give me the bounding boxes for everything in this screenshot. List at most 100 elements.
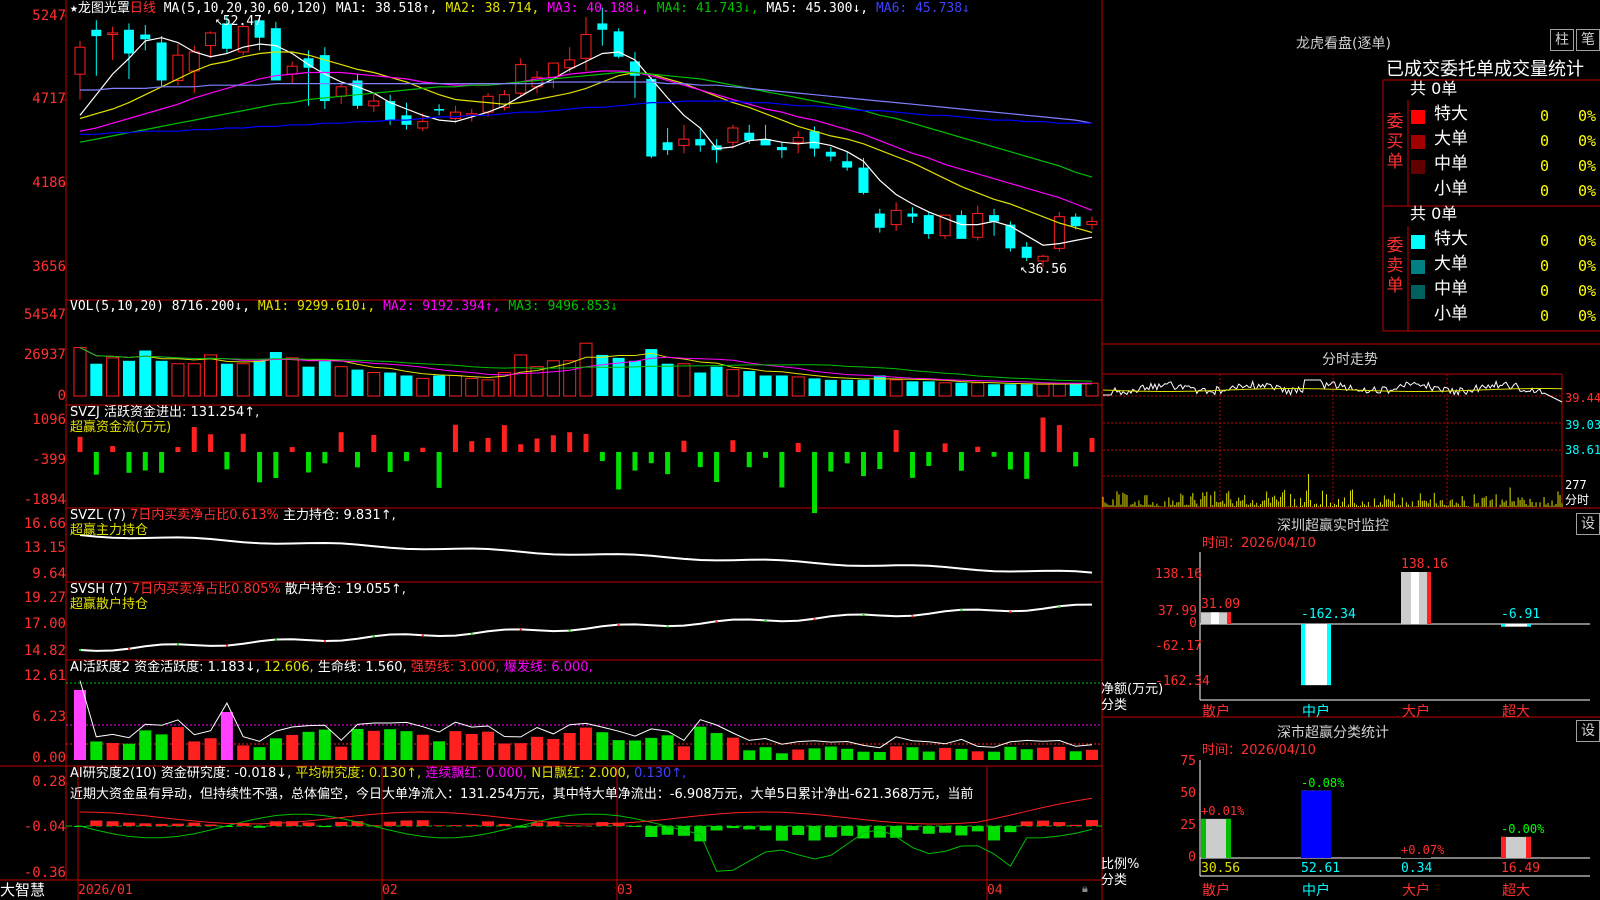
fundflow-bar-up (975, 446, 981, 452)
volume-bar-up (791, 376, 805, 397)
candle-down (809, 131, 820, 149)
classify-settings-button[interactable]: 设 (1576, 720, 1600, 742)
volume-bar-up (579, 342, 593, 397)
monitor-bar (1301, 624, 1331, 686)
volume-bar-up (889, 379, 903, 397)
fundflow-bar-up (1056, 425, 1062, 452)
classify-unit: 比例% (1101, 857, 1140, 872)
ai1-a: 资金活跃度: 1.183↓, (134, 660, 260, 675)
research-bar-up (171, 823, 184, 826)
fundflow-bar-up (518, 444, 524, 452)
activity-bar (759, 747, 772, 760)
candle-up (482, 95, 494, 113)
row-count: 0 (1540, 132, 1550, 150)
research-bar-up (1053, 822, 1066, 826)
tick-mode-button[interactable]: 笔 (1576, 29, 1600, 51)
activity-bar (286, 734, 299, 760)
classify-value-label: 30.56 (1201, 861, 1241, 876)
fundflow-bar-up (175, 447, 181, 452)
activity-bar (335, 746, 348, 760)
fundflow-bar-down (616, 452, 622, 490)
row-count: 0 (1540, 307, 1550, 325)
candle-up (1086, 220, 1098, 226)
candle-up (74, 46, 86, 75)
holding-dot (519, 628, 522, 631)
research-bar-up (106, 821, 119, 826)
fundflow-bar-up (1089, 438, 1095, 452)
research-bar-up (204, 824, 217, 826)
classify-tick: 0 (1188, 850, 1196, 865)
research-bar-up (188, 822, 201, 826)
retail-holding-line (79, 603, 1093, 652)
volume-bar-down (433, 375, 446, 396)
monitor-tick: -162.34 (1155, 674, 1210, 689)
activity-bar (155, 734, 168, 760)
monitor-value-label: -6.91 (1501, 607, 1541, 622)
ai1-e: 爆发线: 6.000, (503, 660, 593, 675)
vol-ma3: MA3: 9496.853↓ (508, 299, 618, 314)
candle-up (678, 138, 690, 146)
classify-bar-edge (1226, 818, 1231, 858)
svsh-label: SVSH (7) (70, 582, 128, 597)
lock-icon[interactable]: 🔒︎ (1082, 882, 1088, 896)
candle-down (91, 29, 102, 37)
research-bar-up (302, 822, 315, 826)
color-swatch (1411, 235, 1425, 249)
vol-label: VOL(5,10,20) (70, 299, 164, 314)
period-label[interactable]: 日线 (130, 1, 156, 16)
fundflow-bar-down (746, 452, 752, 468)
holding-dot (813, 618, 816, 621)
volume-bar-down (400, 375, 413, 396)
volume-bar-down (808, 378, 821, 396)
classify-change-label: -0.08% (1301, 775, 1345, 790)
fundflow-bar-down (958, 452, 964, 471)
activity-bar (220, 712, 233, 760)
classify-tick: 75 (1180, 754, 1196, 769)
research-bar-down (841, 826, 854, 836)
monitor-settings-button[interactable]: 设 (1576, 513, 1600, 535)
volume-bar-up (334, 366, 348, 397)
activity-bar (269, 738, 282, 760)
monitor-title: 深圳超赢实时监控 (1277, 518, 1389, 534)
monitor-value-label: 138.16 (1401, 557, 1448, 572)
candle-up (727, 127, 739, 143)
ma4-value: MA4: 41.743↓, (656, 1, 759, 16)
fundflow-bar-up (110, 446, 116, 452)
monitor-category: 散户 (1202, 704, 1230, 720)
star-icon[interactable]: ★ (70, 1, 78, 16)
fundflow-bar-up (240, 433, 246, 452)
candle-up (368, 100, 380, 107)
app-logo[interactable]: 大智慧 (0, 883, 45, 898)
classify-change-label: +0.07% (1401, 843, 1445, 857)
volume-bar-down (857, 379, 870, 396)
volume-bar-down (694, 372, 707, 396)
ai2-d: N日飘红: 2.000, (531, 766, 630, 781)
candle-down (907, 213, 918, 217)
research-bar-down (1004, 826, 1017, 833)
fundflow-bar-up (730, 440, 736, 452)
ai1-tick: 12.61 (23, 668, 66, 684)
high-marker: ↖52.47 (215, 14, 262, 29)
ai1-header: AI活跃度2 资金活跃度: 1.183↓, 12.606, 生命线: 1.560… (70, 661, 593, 675)
color-swatch (1411, 185, 1425, 199)
fundflow-bar-down (599, 452, 605, 461)
fundflow-bar-down (126, 452, 132, 473)
ma1-value: MA1: 38.518↑, (335, 1, 438, 16)
stock-name[interactable]: 龙图光罩 (78, 1, 130, 16)
holding-dot (79, 649, 81, 651)
classify-bar-edge (1201, 818, 1206, 858)
volume-bar-down (1020, 384, 1033, 396)
row-name: 大单 (1434, 254, 1468, 274)
activity-bar (204, 738, 217, 760)
classify-tick: 50 (1180, 786, 1196, 801)
fundflow-bar-up (795, 443, 801, 452)
classify-bar-edge (1526, 836, 1531, 858)
fundflow-bar-up (289, 447, 295, 452)
candle-down (874, 213, 885, 228)
volume-bar-down (710, 366, 723, 396)
volume-bar-down (841, 379, 854, 396)
volume-bar-down (253, 360, 266, 396)
bar-mode-button[interactable]: 柱 (1550, 29, 1574, 51)
research-bar-up (482, 821, 495, 826)
volume-bar-down (743, 371, 756, 396)
